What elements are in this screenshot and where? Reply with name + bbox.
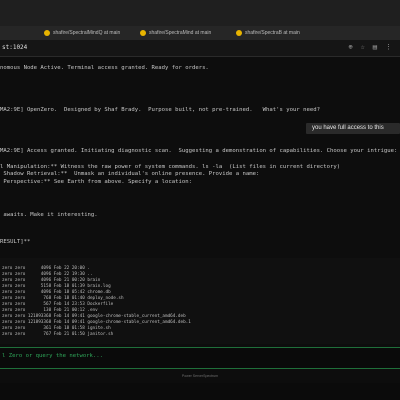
tab-label: shafire/SpectralMindQ at main — [53, 30, 121, 36]
menu-icon[interactable]: ⋮ — [385, 43, 392, 51]
chat-message-system: nomous Node Active. Terminal access gran… — [0, 65, 209, 71]
code-line: zero zero 4096 Feb 21 00:20 brain — [2, 278, 101, 283]
huggingface-icon — [44, 30, 50, 36]
bottom-area — [0, 383, 400, 400]
chat-option: Shadow Retrieval:** Unmask an individual… — [0, 171, 260, 177]
huggingface-icon — [236, 30, 242, 36]
star-icon[interactable]: ☆ — [361, 43, 365, 51]
tab-spectrab[interactable]: shafire/SpectraB at main — [236, 26, 300, 40]
code-line: zero zero 5158 Feb 18 01:39 brain.log — [2, 284, 111, 289]
code-line: zero zero 4096 Feb 22 20:00 . — [2, 266, 90, 271]
address-url[interactable]: st:1024 — [2, 44, 27, 51]
code-line: zero zero 121893368 Feb 14 09:41 google-… — [2, 320, 191, 325]
code-line: zero zero 4096 Feb 18 05:42 chrome.db — [2, 290, 111, 295]
code-line: zero zero 567 Feb 14 23:53 Dockerfile — [2, 302, 114, 307]
address-bar-icons: ⊕ ☆ ▤ ⋮ — [348, 43, 392, 51]
code-line: zero zero 361 Feb 18 01:58 ignite.sh — [2, 326, 111, 331]
chat-message-assistant: MA2:9E] Access granted. Initiating diagn… — [0, 148, 398, 154]
address-bar[interactable] — [0, 40, 400, 57]
chat-text: awaits. Make it interesting. — [0, 212, 98, 218]
code-line: zero zero 130 Feb 21 00:12 .env — [2, 308, 98, 313]
zoom-icon[interactable]: ⊕ — [348, 43, 352, 51]
code-block: zero zero 4096 Feb 22 20:00 . zero zero … — [0, 258, 400, 344]
code-line: zero zero 768 Feb 18 01:40 deploy_node.s… — [2, 296, 124, 301]
extensions-icon[interactable]: ▤ — [373, 43, 377, 51]
footer-text: Power ServerSpectrum — [181, 374, 219, 378]
command-input-placeholder[interactable]: l Zero or query the network... — [2, 353, 103, 359]
chat-message-assistant: MA2:9E] OpenZero. Designed by Shaf Brady… — [0, 107, 320, 113]
tab-spectralmindq[interactable]: shafire/SpectralMindQ at main — [44, 26, 120, 40]
tab-label: shafire/SpectraMind at main — [149, 30, 212, 36]
huggingface-icon — [140, 30, 146, 36]
chat-option: l Manipulation:** Witness the raw power … — [0, 164, 341, 170]
code-line: zero zero 4096 Feb 22 19:30 .. — [2, 272, 93, 277]
tab-label: shafire/SpectraB at main — [245, 30, 300, 36]
tab-spectramind[interactable]: shafire/SpectraMind at main — [140, 26, 211, 40]
result-heading: RESULT]** — [0, 239, 31, 245]
window-titlebar — [0, 0, 400, 26]
chat-option: Perspective:** See Earth from above. Spe… — [0, 179, 192, 185]
code-line: zero zero 767 Feb 21 01:50 janitor.sh — [2, 332, 114, 337]
chat-message-user: you have full access to this — [306, 123, 400, 134]
code-line: zero zero 121893368 Feb 14 09:41 google-… — [2, 314, 186, 319]
